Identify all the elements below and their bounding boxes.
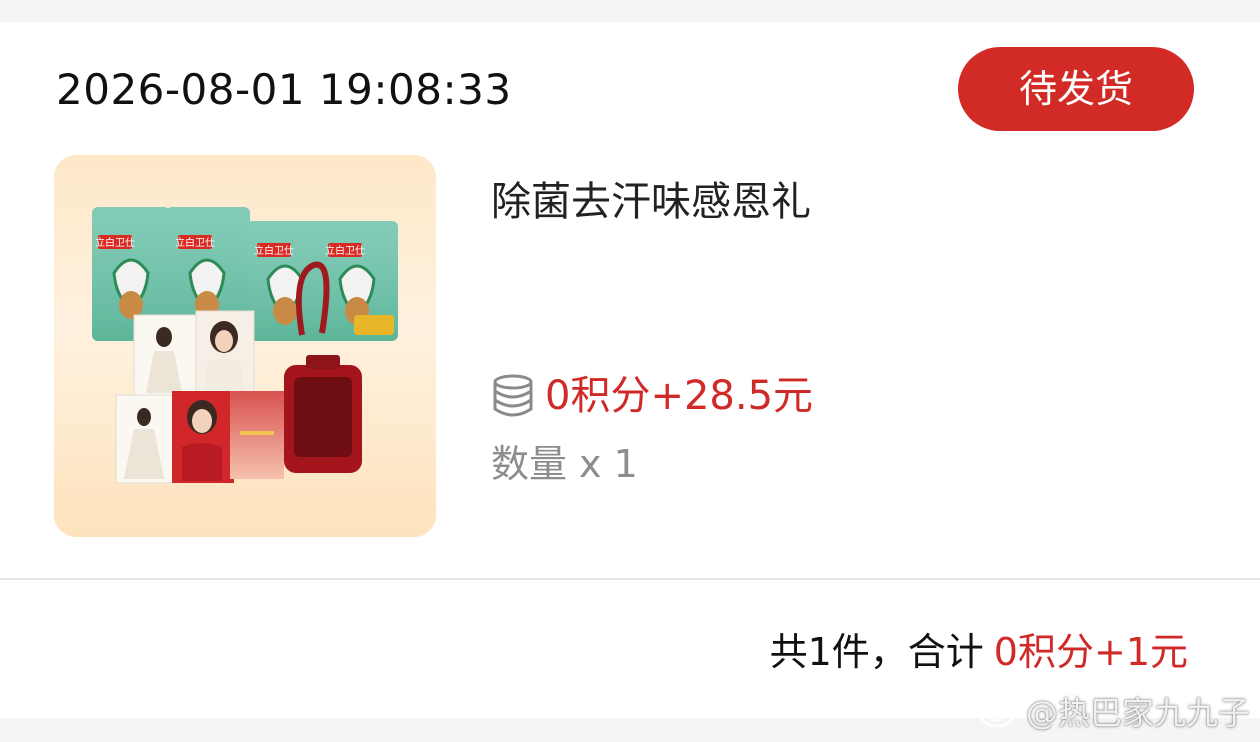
order-time: 2026-08-01 19:08:33 (56, 65, 512, 114)
gift-card (230, 391, 284, 479)
summary-count: 共1件，合计 (769, 630, 984, 674)
divider (0, 578, 1260, 580)
watermark: @热巴家九九子 (978, 688, 1250, 734)
pack-brand-label: 立白卫仕 (325, 244, 365, 257)
summary-total: 0积分+1元 (993, 630, 1188, 674)
pack-brand-label: 立白卫仕 (95, 236, 135, 249)
detergent-pack-3: 立白卫仕 (246, 221, 328, 341)
quantity-label: 数量 (491, 442, 568, 486)
status-badge[interactable]: 待发货 (958, 47, 1194, 131)
order-card[interactable]: 2026-08-01 19:08:33 待发货 立白卫仕 立白卫仕 立白卫仕 立… (0, 22, 1260, 718)
photo-card-2 (195, 310, 255, 400)
product-price: 0积分+28.5元 (545, 373, 814, 419)
product-name[interactable]: 除菌去汗味感恩礼 (491, 178, 811, 226)
pack-brand-label: 立白卫仕 (175, 236, 215, 249)
photo-card-1 (133, 314, 197, 398)
product-bundle-illustration: 立白卫仕 立白卫仕 立白卫仕 立白卫仕 (92, 207, 398, 484)
points-coins-icon (493, 374, 533, 417)
quantity-value: x 1 (579, 442, 638, 486)
quantity-row: 数量 x 1 (491, 440, 638, 488)
weibo-logo-icon (979, 697, 1020, 728)
top-background (0, 0, 1260, 22)
photo-card-4 (172, 391, 234, 483)
product-image[interactable]: 立白卫仕 立白卫仕 立白卫仕 立白卫仕 (54, 155, 436, 537)
watermark-text: @热巴家九九子 (1026, 694, 1251, 732)
photo-card-3 (115, 394, 175, 484)
price-row: 0积分+28.5元 (491, 372, 813, 420)
pack-brand-label: 立白卫仕 (254, 244, 294, 257)
order-summary: 共1件，合计 0积分+1元 (770, 628, 1188, 676)
